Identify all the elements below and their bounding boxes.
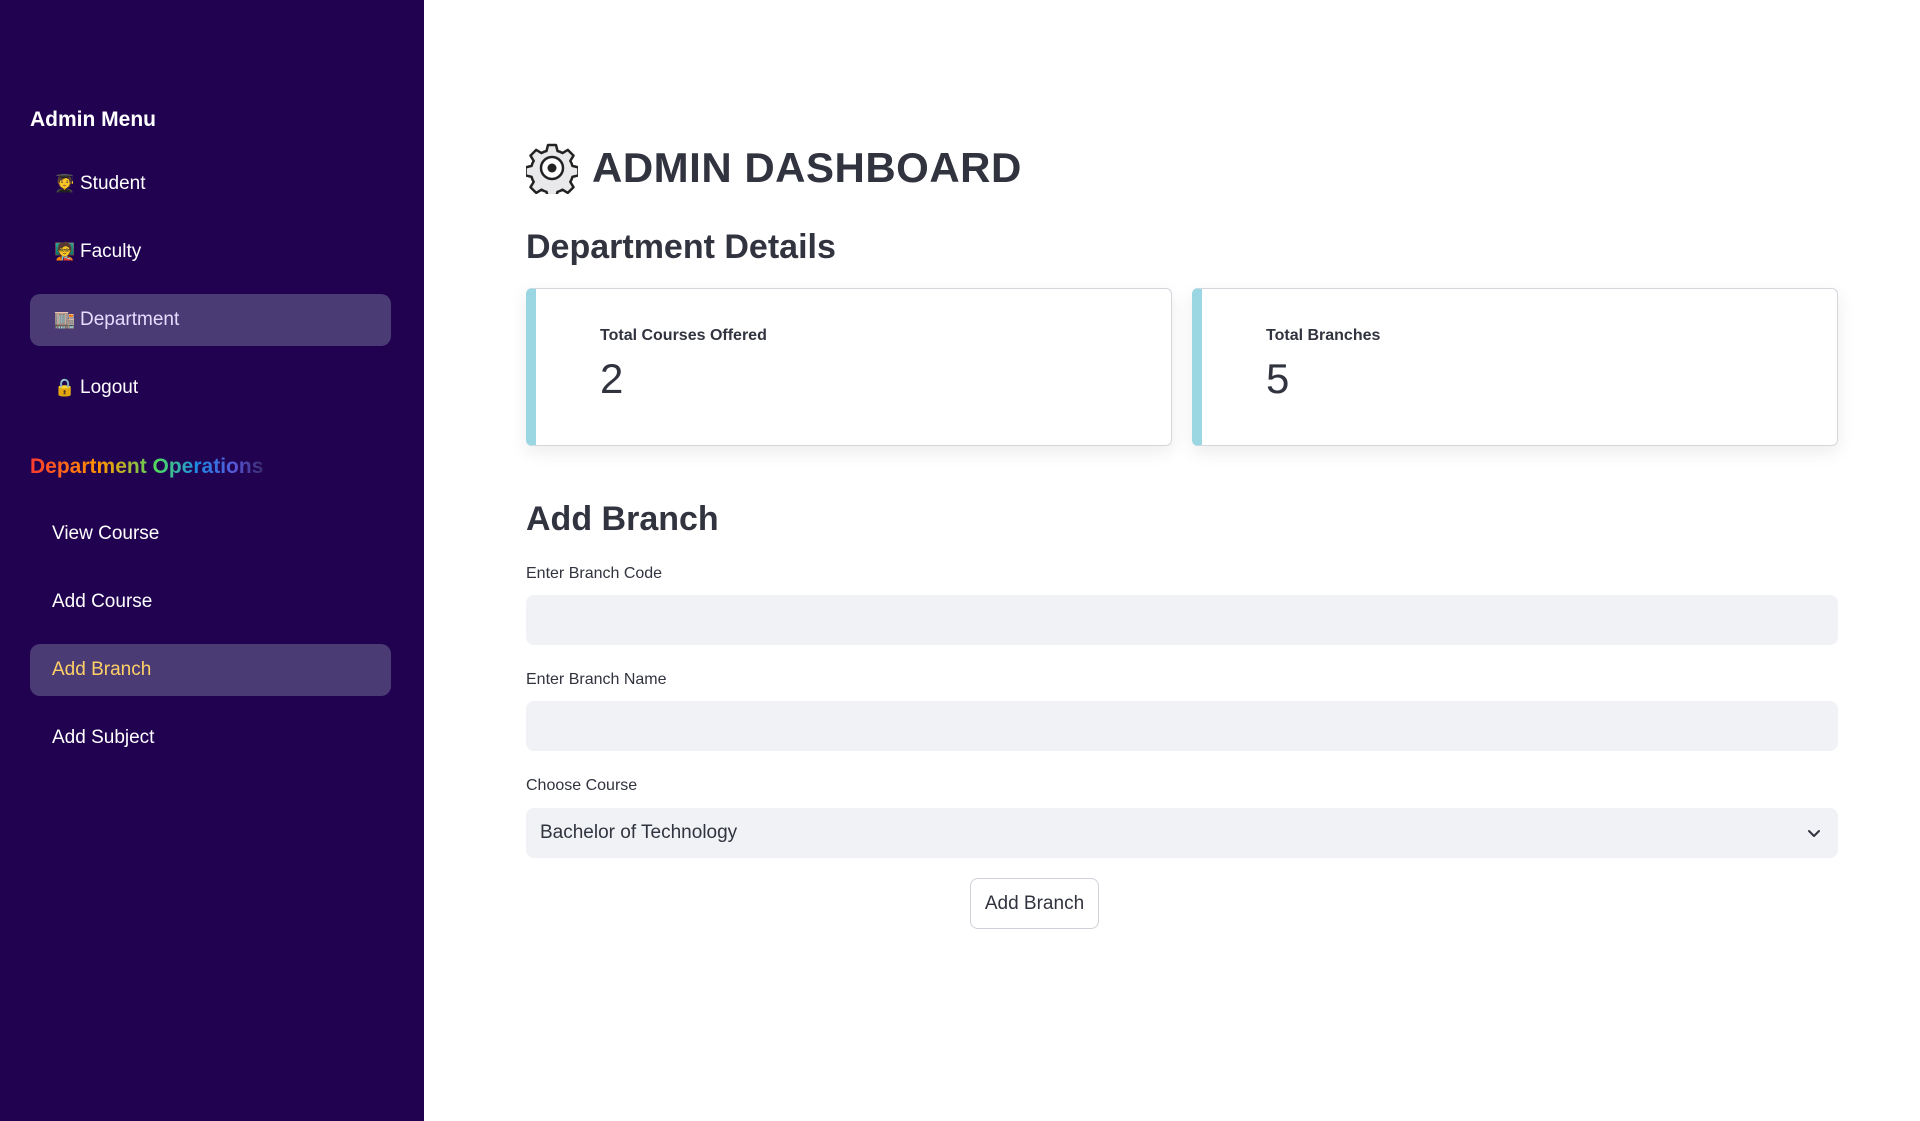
sidebar-item-student[interactable]: 🧑‍🎓 Student [30, 158, 391, 210]
metric-card-courses: Total Courses Offered 2 [526, 288, 1172, 446]
department-icon: 🏬 [54, 310, 76, 329]
page-title: ADMIN DASHBOARD [592, 144, 1022, 191]
branch-name-label: Enter Branch Name [526, 671, 667, 688]
branch-name-input[interactable] [526, 701, 1838, 751]
sidebar-item-label: Student [80, 173, 146, 194]
ops-item-label: Add Course [52, 591, 153, 612]
chevron-down-icon [1808, 830, 1820, 837]
gear-icon [526, 143, 578, 194]
ops-item-add-course[interactable]: Add Course [30, 576, 391, 628]
admin-menu-heading: Admin Menu [30, 108, 156, 131]
lock-icon: 🔒 [54, 378, 76, 397]
sidebar-item-label: Logout [80, 377, 139, 398]
metric-value: 2 [600, 355, 624, 402]
ops-item-add-branch[interactable]: Add Branch [30, 644, 391, 696]
metric-label: Total Courses Offered [600, 327, 767, 344]
department-operations-heading: Department Operations [30, 455, 264, 478]
main-content: ADMIN DASHBOARD Department Details Total… [424, 0, 1920, 1121]
course-select-value: Bachelor of Technology [540, 822, 738, 843]
sidebar-item-label: Department [80, 309, 180, 330]
sidebar-item-label: Faculty [80, 241, 142, 262]
department-details-heading: Department Details [526, 228, 836, 266]
course-select[interactable]: Bachelor of Technology [526, 808, 1838, 858]
ops-item-view-course[interactable]: View Course [30, 508, 391, 560]
metric-card-branches: Total Branches 5 [1192, 288, 1838, 446]
branch-code-label: Enter Branch Code [526, 565, 663, 582]
add-branch-heading: Add Branch [526, 500, 719, 538]
add-branch-button[interactable]: Add Branch [970, 878, 1099, 929]
faculty-icon: 🧑‍🏫 [54, 242, 76, 261]
ops-item-add-subject[interactable]: Add Subject [30, 712, 391, 764]
student-icon: 🧑‍🎓 [54, 174, 76, 193]
sidebar-item-faculty[interactable]: 🧑‍🏫 Faculty [30, 226, 391, 278]
metric-label: Total Branches [1266, 327, 1381, 344]
metric-value: 5 [1266, 355, 1290, 402]
ops-item-label: Add Subject [52, 727, 155, 748]
sidebar-item-logout[interactable]: 🔒 Logout [30, 362, 391, 414]
sidebar-item-department[interactable]: 🏬 Department [30, 294, 391, 346]
branch-code-input[interactable] [526, 595, 1838, 645]
ops-item-label: Add Branch [52, 659, 152, 680]
sidebar: Admin Menu 🧑‍🎓 Student 🧑‍🏫 Faculty 🏬 Dep… [0, 0, 424, 1121]
ops-item-label: View Course [52, 523, 160, 544]
title-row: ADMIN DASHBOARD [526, 142, 1022, 194]
course-select-label: Choose Course [526, 777, 638, 794]
